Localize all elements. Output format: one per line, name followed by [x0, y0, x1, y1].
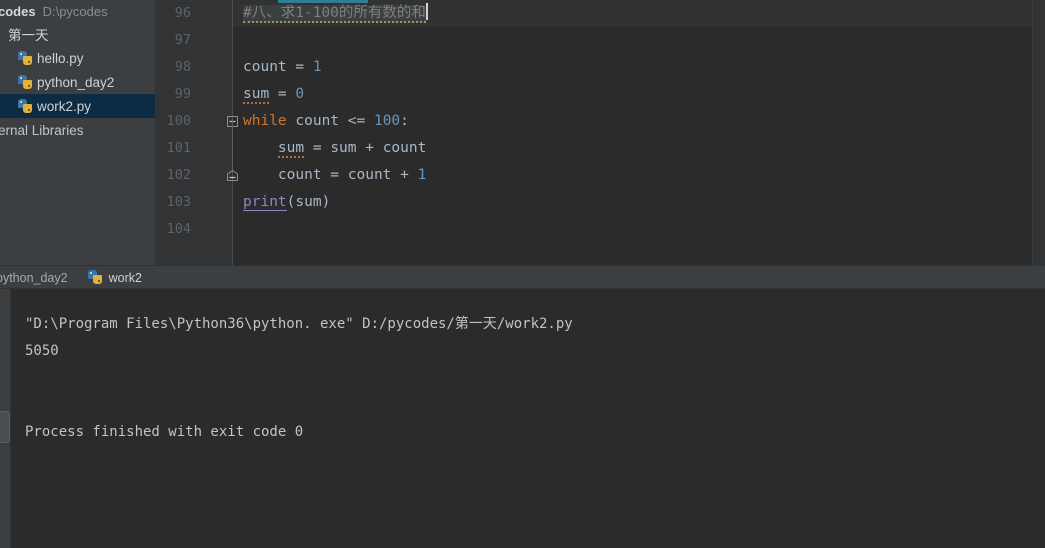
code-token-number: 1	[312, 59, 322, 75]
tab-label: work2	[108, 270, 142, 285]
sidebar-item-label: 第一天	[8, 28, 49, 43]
console-toolbar-button[interactable]	[0, 411, 10, 443]
line-number: 98	[174, 59, 191, 75]
code-line-97[interactable]	[233, 27, 1033, 54]
code-token-operator: <=	[347, 113, 366, 129]
sidebar-item-label: hello.py	[37, 50, 84, 66]
python-file-icon	[18, 98, 33, 114]
sidebar-item-label: work2.py	[37, 98, 92, 114]
line-number: 97	[174, 32, 191, 48]
console-body: "D:\Program Files\Python36\python. exe" …	[0, 289, 1045, 548]
sidebar-item-label: python_day2	[37, 74, 115, 90]
line-number: 104	[166, 221, 191, 237]
code-line-99[interactable]: sum = 0	[233, 81, 1033, 108]
code-token-identifier: sum	[277, 140, 305, 158]
code-token-number: 0	[295, 86, 305, 102]
console-side-toolbar	[0, 289, 11, 548]
code-line-100[interactable]: while count <= 100:	[233, 108, 1033, 135]
code-editor[interactable]: 96 97 98 99 100 101 102 103 104 #八、求1-10…	[155, 0, 1045, 265]
pycharm-window: codes D:\pycodes 第一天 hello.py python_day…	[0, 0, 1045, 548]
line-number: 101	[166, 140, 191, 156]
text-caret	[425, 3, 428, 20]
code-token-identifier: count	[243, 59, 287, 75]
code-token-operator: =	[269, 86, 296, 102]
console-tab-bar: python_day2 work2	[0, 265, 1045, 289]
code-line-103[interactable]: print(sum)	[233, 189, 1033, 216]
python-file-icon	[18, 74, 33, 90]
code-line-104[interactable]	[233, 216, 1033, 243]
code-token-comment: #八、求1-100的所有数的和	[243, 5, 426, 23]
line-number: 96	[174, 5, 191, 21]
code-line-102[interactable]: count = count + 1	[233, 162, 1033, 189]
code-token-expression: count = count	[277, 167, 401, 183]
editor-scrollbar[interactable]	[1032, 0, 1045, 265]
project-path: D:\pycodes	[42, 3, 108, 19]
tab-python-day2[interactable]: python_day2	[0, 266, 78, 289]
console-output[interactable]: "D:\Program Files\Python36\python. exe" …	[11, 289, 1045, 548]
code-token-identifier: sum	[243, 86, 270, 104]
run-console-panel: python_day2 work2 "D:\Program Files\Pyth…	[0, 265, 1045, 548]
console-output-line: Process finished with exit code 0	[25, 424, 304, 440]
console-output-line: 5050	[25, 343, 59, 359]
code-line-96[interactable]: #八、求1-100的所有数的和	[233, 0, 1033, 27]
code-line-98[interactable]: count = 1	[233, 54, 1033, 81]
line-number: 103	[166, 194, 191, 210]
code-token-operator: +	[400, 167, 418, 183]
line-number: 102	[166, 167, 191, 183]
python-file-icon	[87, 270, 103, 285]
line-number: 100	[166, 113, 191, 129]
selection-indicator	[278, 0, 368, 3]
code-token-identifier: count	[286, 113, 348, 129]
python-file-icon	[18, 50, 33, 66]
editor-gutter[interactable]: 96 97 98 99 100 101 102 103 104	[155, 0, 238, 265]
code-line-101[interactable]: sum = sum + count	[233, 135, 1033, 162]
code-token-colon: :	[400, 113, 409, 129]
code-token-arguments: (sum)	[286, 194, 331, 210]
console-output-line: "D:\Program Files\Python36\python. exe" …	[25, 316, 573, 332]
code-token-operator: =	[286, 59, 313, 75]
line-number: 99	[174, 86, 191, 102]
sidebar-item-label: ernal Libraries	[0, 122, 84, 138]
code-token-number: 100	[373, 113, 401, 129]
code-token-function: print	[243, 194, 287, 211]
code-token-number: 1	[417, 167, 427, 183]
code-token-keyword: while	[243, 113, 287, 129]
tab-label: python_day2	[0, 270, 68, 285]
code-token-expression: = sum + count	[304, 140, 427, 156]
code-text-area[interactable]: #八、求1-100的所有数的和 count = 1 sum = 0 while …	[233, 0, 1033, 265]
tab-work2[interactable]: work2	[78, 266, 152, 289]
project-name: codes	[0, 3, 36, 19]
